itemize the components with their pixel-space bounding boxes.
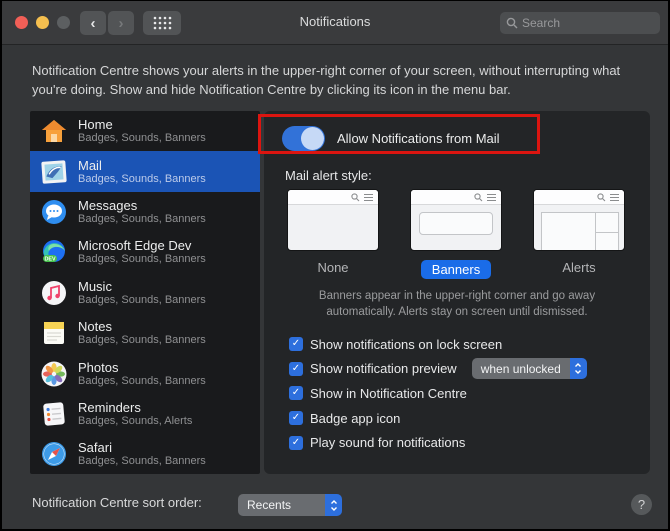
alert-style-options: None Banners Alerts [287,189,625,279]
toggle-knob [301,127,324,150]
list-icon [364,193,373,201]
allow-notifications-toggle[interactable] [282,126,325,151]
list-icon [487,193,496,201]
dropdown-stepper [325,494,342,516]
alert-style-caption: Banners appear in the upper-right corner… [318,290,596,318]
allow-notifications-label: Allow Notifications from Mail [337,131,500,146]
list-icon [610,193,619,201]
search-icon [597,192,606,201]
app-alert-summary: Badges, Sounds, Banners [78,293,206,306]
sidebar-item-microsoft-edge-dev[interactable]: DEV Microsoft Edge Dev Badges, Sounds, B… [30,232,260,272]
checkbox-label: Show in Notification Centre [310,385,467,401]
checkbox-checked[interactable]: ✓ [289,435,303,450]
alert-style-option-alerts[interactable]: Alerts [533,189,625,279]
search-icon [506,17,518,29]
alert-style-label: Mail alert style: [285,168,372,183]
app-name: Messages [78,197,138,213]
search-field[interactable]: Search [500,12,660,34]
chevron-up-down-icon [575,363,582,375]
app-alert-summary: Badges, Sounds, Banners [78,172,206,185]
lock-screen-checkbox-row[interactable]: ✓ Show notifications on lock screen [289,332,587,357]
mail-app-icon [41,159,67,184]
sidebar-item-home[interactable]: Home Badges, Sounds, Banners [30,111,260,151]
notes-app-icon [44,322,64,345]
pane-description: Notification Centre shows your alerts in… [32,63,621,97]
checkbox-checked[interactable]: ✓ [289,337,303,352]
alert-style-option-none[interactable]: None [287,189,379,279]
reminders-app-icon [43,402,65,426]
sidebar-item-notes[interactable]: Notes Badges, Sounds, Banners [30,313,260,353]
allow-notifications-row: Allow Notifications from Mail [282,126,500,151]
sidebar-item-photos[interactable]: Photos Badges, Sounds, Banners [30,353,260,393]
app-alert-summary: Badges, Sounds, Banners [78,253,206,266]
banners-style-thumbnail [410,189,502,251]
alert-mockup [541,212,619,250]
notification-centre-checkbox-row[interactable]: ✓ Show in Notification Centre [289,381,587,406]
app-alert-summary: Badges, Sounds, Banners [78,334,206,347]
checkbox-checked[interactable]: ✓ [289,361,303,376]
notification-preview-checkbox-row[interactable]: ✓ Show notification preview when unlocke… [289,357,587,382]
sidebar-item-mail[interactable]: Mail Badges, Sounds, Banners [30,151,260,192]
none-style-thumbnail [287,189,379,251]
sidebar-item-messages[interactable]: Messages Badges, Sounds, Banners [30,192,260,232]
preferences-window: ‹ › Notifications Search Notification Ce… [2,1,668,529]
app-name: Notes [78,319,112,335]
app-name: Safari [78,440,112,456]
app-list: Home Badges, Sounds, Banners Mail Badges… [30,111,260,474]
search-icon [474,192,483,201]
alert-style-option-banners[interactable]: Banners [410,189,502,279]
preview-when-dropdown[interactable]: when unlocked [471,358,587,380]
app-name: Photos [78,359,119,375]
app-alert-summary: Badges, Sounds, Banners [78,374,206,387]
dropdown-value: Recents [238,494,325,516]
checkbox-label: Badge app icon [310,410,401,426]
search-placeholder: Search [522,16,561,30]
sort-order-label: Notification Centre sort order: [32,495,202,510]
app-name: Reminders [78,399,141,415]
photos-app-icon [41,361,67,387]
alerts-style-thumbnail [533,189,625,251]
edge-dev-app-icon: DEV [43,240,65,263]
search-icon [351,192,360,201]
music-app-icon [42,280,66,305]
sort-order-dropdown[interactable]: Recents [238,494,342,516]
help-button[interactable]: ? [631,494,652,515]
checkbox-checked[interactable]: ✓ [289,386,303,401]
footer-bar: Notification Centre sort order: Recents … [2,482,668,529]
app-alert-summary: Badges, Sounds, Banners [78,132,206,145]
app-alert-summary: Badges, Sounds, Banners [78,455,206,468]
sidebar-item-music[interactable]: Music Badges, Sounds, Banners [30,273,260,313]
notification-options: ✓ Show notifications on lock screen ✓ Sh… [289,332,587,455]
chevron-up-down-icon [330,499,337,511]
app-name: Microsoft Edge Dev [78,238,192,254]
notification-settings-panel: Allow Notifications from Mail Mail alert… [264,111,650,474]
checkbox-checked[interactable]: ✓ [289,411,303,426]
none-style-label: None [317,260,349,275]
app-name: Music [78,278,112,294]
badge-app-icon-checkbox-row[interactable]: ✓ Badge app icon [289,406,587,431]
checkbox-label: Play sound for notifications [310,435,466,451]
dropdown-stepper [569,358,587,380]
app-name: Mail [78,157,102,173]
home-app-icon [42,120,66,143]
title-bar: ‹ › Notifications Search [2,1,668,45]
svg-text:DEV: DEV [44,257,55,263]
checkbox-label: Show notification preview [310,361,457,377]
app-alert-summary: Badges, Sounds, Alerts [78,414,193,427]
sidebar-item-reminders[interactable]: Reminders Badges, Sounds, Alerts [30,394,260,434]
app-name: Home [78,117,113,133]
banners-style-label: Banners [420,260,492,279]
sidebar-item-safari[interactable]: Safari Badges, Sounds, Banners [30,434,260,474]
alerts-style-label: Alerts [562,260,596,275]
dropdown-value: when unlocked [471,358,570,380]
safari-app-icon [42,442,66,467]
banner-mockup [419,212,493,235]
play-sound-checkbox-row[interactable]: ✓ Play sound for notifications [289,430,587,455]
messages-app-icon [42,199,66,224]
checkbox-label: Show notifications on lock screen [310,336,503,352]
app-alert-summary: Badges, Sounds, Banners [78,212,206,225]
